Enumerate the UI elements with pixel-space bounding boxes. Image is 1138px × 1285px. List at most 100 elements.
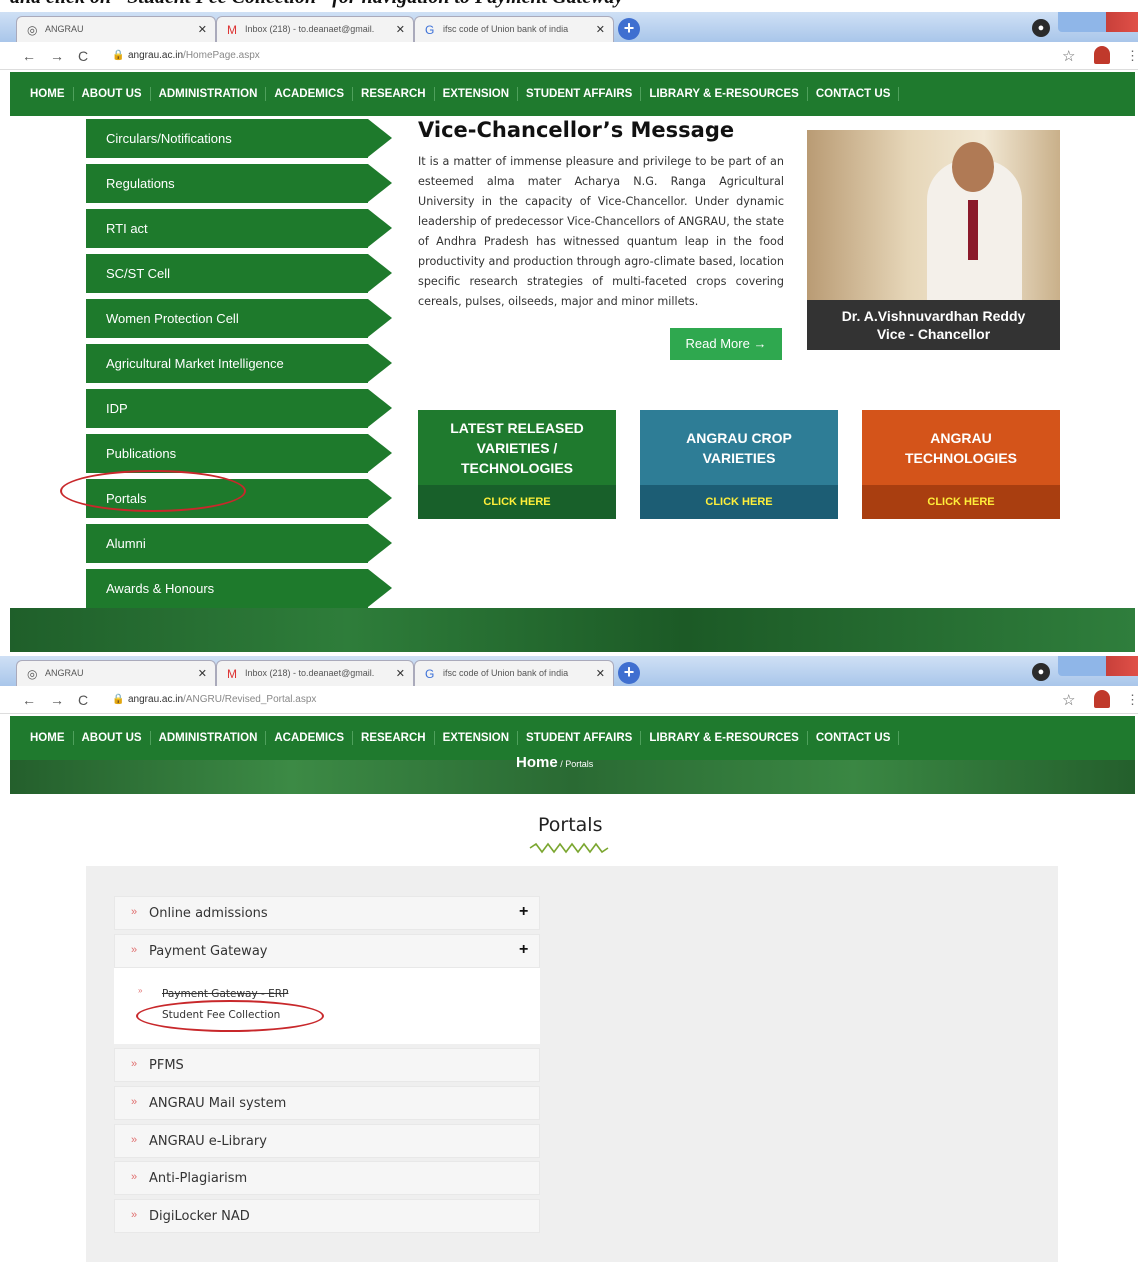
tab-angrau[interactable]: ◎ ANGRAU ✕ [16, 660, 216, 686]
tab-google[interactable]: Gifsc code of Union bank of india ✕ [414, 16, 614, 42]
menu-arrow [368, 524, 392, 562]
nav-research[interactable]: RESEARCH [353, 731, 435, 745]
accordion-online-admissions[interactable]: » Online admissions + [114, 896, 540, 930]
tab-label: Inbox (218) - to.deanaet@gmail. [245, 24, 375, 34]
profile-icon[interactable]: ● [1032, 663, 1050, 681]
menu-label: Alumni [106, 536, 146, 551]
bookmark-star-icon[interactable]: ☆ [1062, 691, 1075, 709]
new-tab-button[interactable]: + [618, 18, 640, 40]
menu-item-alumni[interactable]: Alumni [86, 521, 394, 566]
technologies-card[interactable]: ANGRAU TECHNOLOGIES CLICK HERE [862, 410, 1060, 519]
profile-icon[interactable]: ● [1032, 19, 1050, 37]
tab-angrau[interactable]: ◎ ANGRAU ✕ [16, 16, 216, 42]
forward-icon[interactable]: → [50, 48, 64, 64]
accordion-digilocker[interactable]: » DigiLocker NAD [114, 1199, 540, 1233]
crop-varieties-card[interactable]: ANGRAU CROP VARIETIES CLICK HERE [640, 410, 838, 519]
menu-dots-icon[interactable]: ⋮ [1126, 692, 1138, 708]
menu-arrow [368, 344, 392, 382]
nav-about-us[interactable]: ABOUT US [74, 87, 151, 101]
window-controls[interactable] [1058, 656, 1138, 676]
chevron-right-icon: » [131, 1134, 138, 1146]
click-here-link[interactable]: CLICK HERE [418, 485, 616, 519]
menu-item-circulars[interactable]: Circulars/Notifications [86, 116, 394, 161]
read-more-button[interactable]: Read More → [670, 328, 782, 360]
breadcrumb-home[interactable]: Home [516, 754, 558, 771]
reload-icon[interactable]: C [78, 48, 88, 64]
nav-about-us[interactable]: ABOUT US [74, 731, 151, 745]
nav-contact-us[interactable]: CONTACT US [808, 87, 900, 101]
menu-item-publications[interactable]: Publications [86, 431, 394, 476]
menu-item-rti[interactable]: RTI act [86, 206, 394, 251]
link-payment-gateway-erp[interactable]: Payment Gateway - ERP [162, 988, 288, 1000]
nav-extension[interactable]: EXTENSION [435, 87, 519, 101]
close-icon[interactable]: ✕ [396, 23, 405, 36]
menu-dots-icon[interactable]: ⋮ [1126, 48, 1138, 64]
nav-academics[interactable]: ACADEMICS [266, 731, 354, 745]
accordion-label: DigiLocker NAD [149, 1209, 250, 1224]
nav-extension[interactable]: EXTENSION [435, 731, 519, 745]
user-avatar-icon[interactable] [1094, 46, 1110, 64]
menu-item-awards[interactable]: Awards & Honours [86, 566, 394, 611]
plus-icon[interactable]: + [519, 903, 528, 921]
card-title: ANGRAU CROP VARIETIES [686, 429, 792, 466]
address-bar: ← → C 🔒 angrau.ac.in/HomePage.aspx ☆ ⋮ [0, 42, 1138, 70]
back-icon[interactable]: ← [22, 692, 36, 708]
close-icon[interactable]: ✕ [396, 667, 405, 680]
green-banner [10, 608, 1135, 652]
window-controls[interactable] [1058, 12, 1138, 32]
plus-icon[interactable]: + [519, 941, 528, 959]
close-icon[interactable]: ✕ [596, 23, 605, 36]
close-icon[interactable]: ✕ [596, 667, 605, 680]
chevron-right-icon: » [131, 906, 138, 918]
nav-contact-us[interactable]: CONTACT US [808, 731, 900, 745]
reload-icon[interactable]: C [78, 692, 88, 708]
accordion-pfms[interactable]: » PFMS [114, 1048, 540, 1082]
vc-designation: Vice - Chancellor [876, 326, 991, 342]
tab-google[interactable]: Gifsc code of Union bank of india ✕ [414, 660, 614, 686]
accordion-label: PFMS [149, 1058, 184, 1073]
globe-icon: ◎ [27, 23, 38, 37]
nav-administration[interactable]: ADMINISTRATION [151, 87, 267, 101]
nav-home[interactable]: HOME [22, 87, 74, 101]
forward-icon[interactable]: → [50, 692, 64, 708]
lock-icon: 🔒 [112, 50, 125, 61]
close-icon[interactable]: ✕ [198, 667, 207, 680]
new-tab-button[interactable]: + [618, 662, 640, 684]
close-icon[interactable]: ✕ [198, 23, 207, 36]
nav-research[interactable]: RESEARCH [353, 87, 435, 101]
nav-home[interactable]: HOME [22, 731, 74, 745]
menu-item-scst[interactable]: SC/ST Cell [86, 251, 394, 296]
menu-item-market-intelligence[interactable]: Agricultural Market Intelligence [86, 341, 394, 386]
google-icon: G [425, 23, 435, 37]
address-bar: ← → C 🔒 angrau.ac.in/ANGRU/Revised_Porta… [0, 686, 1138, 714]
tab-gmail[interactable]: M Inbox (218) - to.deanaet@gmail. ✕ [216, 16, 414, 42]
menu-item-idp[interactable]: IDP [86, 386, 394, 431]
menu-item-women-protection[interactable]: Women Protection Cell [86, 296, 394, 341]
menu-item-regulations[interactable]: Regulations [86, 161, 394, 206]
menu-label: Women Protection Cell [106, 311, 239, 326]
accordion-anti-plagiarism[interactable]: » Anti-Plagiarism [114, 1161, 540, 1195]
tab-label: ifsc code of Union bank of india [443, 24, 569, 34]
chevron-right-icon: » [131, 1171, 138, 1183]
click-here-link[interactable]: CLICK HERE [862, 485, 1060, 519]
tab-gmail[interactable]: M Inbox (218) - to.deanaet@gmail. ✕ [216, 660, 414, 686]
nav-academics[interactable]: ACADEMICS [266, 87, 354, 101]
latest-varieties-card[interactable]: LATEST RELEASED VARIETIES / TECHNOLOGIES… [418, 410, 616, 519]
url-field[interactable]: angrau.ac.in/HomePage.aspx [128, 50, 260, 61]
click-here-link[interactable]: CLICK HERE [640, 485, 838, 519]
accordion-mail-system[interactable]: » ANGRAU Mail system [114, 1086, 540, 1120]
chevron-right-icon: » [131, 1209, 138, 1221]
nav-administration[interactable]: ADMINISTRATION [151, 731, 267, 745]
nav-library[interactable]: LIBRARY & E-RESOURCES [641, 731, 808, 745]
accordion-label: Payment Gateway [149, 944, 268, 959]
bookmark-star-icon[interactable]: ☆ [1062, 47, 1075, 65]
vc-message-title: Vice-Chancellor’s Message [418, 118, 735, 142]
nav-student-affairs[interactable]: STUDENT AFFAIRS [518, 87, 642, 101]
nav-library[interactable]: LIBRARY & E-RESOURCES [641, 87, 808, 101]
accordion-payment-gateway[interactable]: » Payment Gateway + [114, 934, 540, 968]
user-avatar-icon[interactable] [1094, 690, 1110, 708]
back-icon[interactable]: ← [22, 48, 36, 64]
nav-student-affairs[interactable]: STUDENT AFFAIRS [518, 731, 642, 745]
accordion-elibrary[interactable]: » ANGRAU e-Library [114, 1124, 540, 1158]
url-field[interactable]: angrau.ac.in/ANGRU/Revised_Portal.aspx [128, 694, 316, 705]
